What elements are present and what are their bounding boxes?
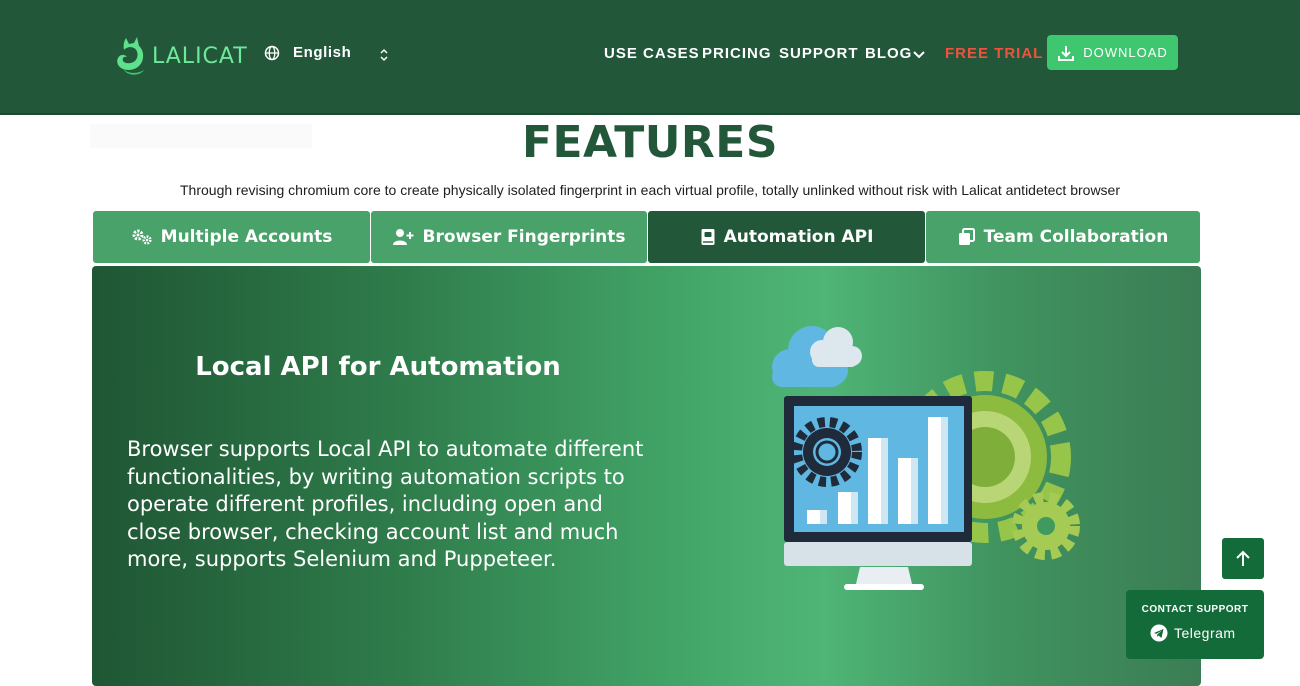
telegram-icon: [1150, 624, 1168, 642]
small-gear-icon: [1012, 492, 1080, 560]
language-selector[interactable]: English: [264, 44, 351, 61]
gears-icon: [132, 229, 152, 245]
user-plus-icon: [393, 229, 414, 245]
nav-blog[interactable]: BLOG: [865, 45, 912, 62]
globe-icon: [264, 45, 280, 60]
features-subtitle: Through revising chromium core to create…: [180, 182, 1120, 198]
cloud-icon: [772, 326, 862, 387]
download-label: DOWNLOAD: [1083, 45, 1168, 60]
nav-support[interactable]: SUPPORT: [779, 45, 859, 62]
book-icon: [701, 229, 715, 245]
language-label: English: [293, 44, 352, 61]
updown-chevron-icon[interactable]: [378, 46, 390, 64]
nav-use-cases[interactable]: USE CASES: [604, 45, 700, 62]
contact-support-label: CONTACT SUPPORT: [1141, 604, 1249, 615]
chevron-down-icon[interactable]: [912, 50, 926, 60]
feature-panel-title: Local API for Automation: [195, 352, 561, 382]
tab-label: Automation API: [723, 227, 874, 247]
automation-illustration: [772, 326, 1080, 590]
contact-support-widget[interactable]: CONTACT SUPPORT Telegram: [1126, 590, 1264, 659]
tab-label: Multiple Accounts: [160, 227, 333, 247]
features-title: FEATURES: [521, 117, 779, 168]
tab-label: Team Collaboration: [983, 227, 1169, 247]
download-icon: [1058, 45, 1075, 61]
tab-multiple-accounts[interactable]: Multiple Accounts: [93, 211, 370, 263]
arrow-up-icon: [1236, 550, 1250, 566]
nav-pricing[interactable]: PRICING: [702, 45, 772, 62]
telegram-link[interactable]: Telegram: [1150, 624, 1236, 642]
cat-logo-icon: [117, 37, 144, 75]
tab-browser-fingerprints[interactable]: Browser Fingerprints: [371, 211, 647, 263]
feature-panel-description: Browser supports Local API to automate d…: [127, 437, 644, 571]
download-button[interactable]: DOWNLOAD: [1047, 35, 1178, 70]
telegram-label: Telegram: [1174, 625, 1236, 641]
tab-automation-api[interactable]: Automation API: [648, 211, 925, 263]
nav-free-trial[interactable]: FREE TRIAL: [945, 45, 1043, 62]
logo-text: LALICAT: [152, 43, 248, 69]
tab-label: Browser Fingerprints: [422, 227, 626, 247]
back-to-top-button[interactable]: [1222, 538, 1264, 579]
copy-icon: [958, 228, 975, 245]
lalicat-logo[interactable]: LALICAT: [114, 34, 248, 78]
tab-team-collaboration[interactable]: Team Collaboration: [926, 211, 1200, 263]
header-divider: [0, 113, 1300, 115]
